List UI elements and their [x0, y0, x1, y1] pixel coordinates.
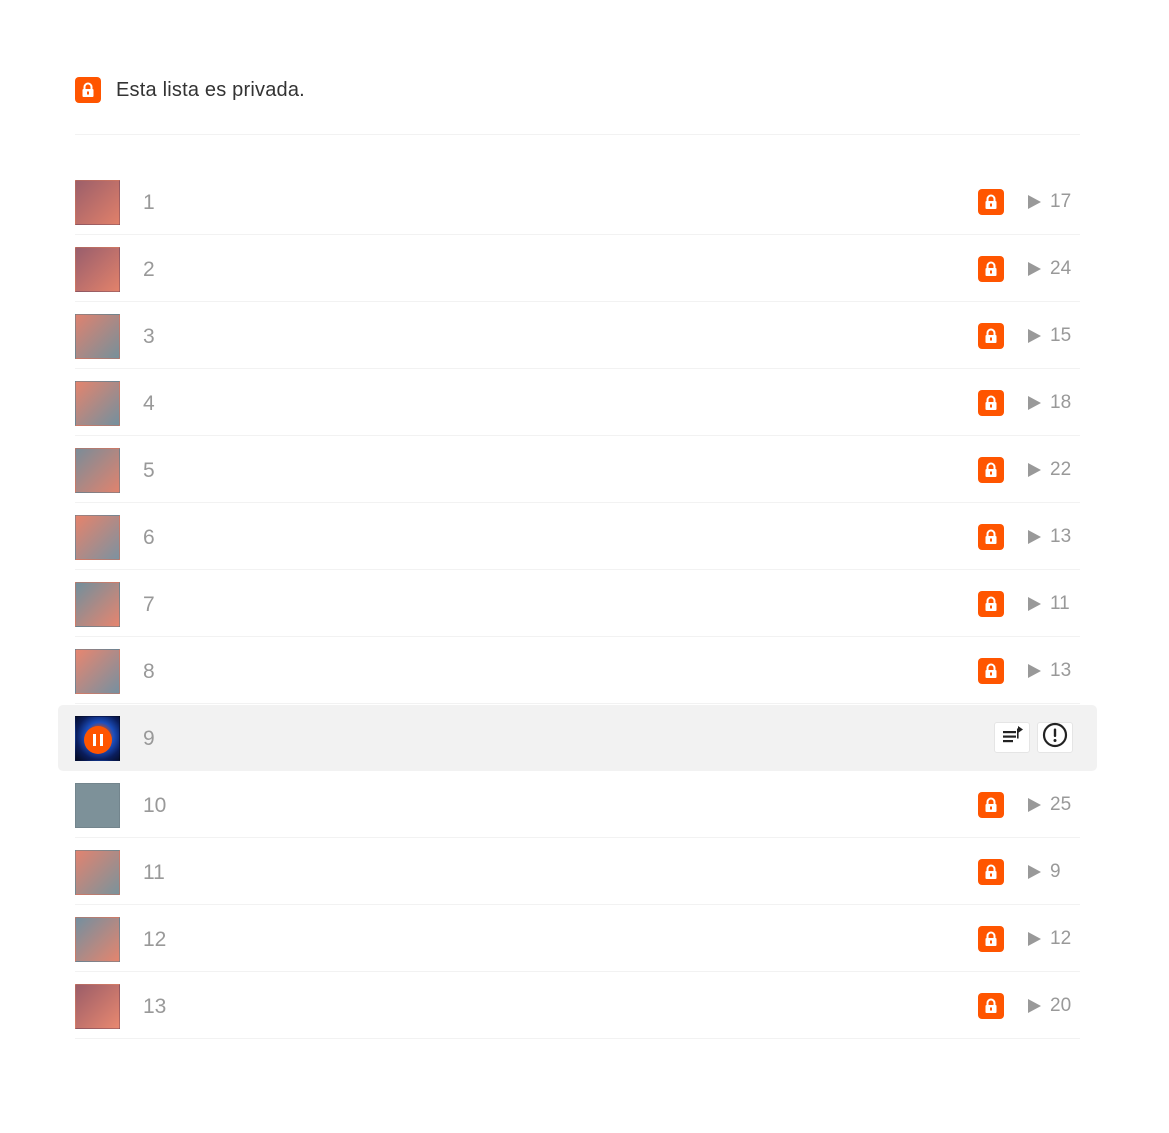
play-count-icon	[1028, 329, 1041, 343]
track-artwork[interactable]	[75, 247, 120, 292]
track-artwork[interactable]	[75, 582, 120, 627]
play-count-icon	[1028, 597, 1041, 611]
play-count-icon	[1028, 463, 1041, 477]
track-artwork[interactable]	[75, 649, 120, 694]
private-lock-icon	[978, 457, 1004, 483]
play-count: 18	[1050, 392, 1072, 413]
pause-icon[interactable]	[84, 726, 112, 754]
track-title[interactable]: 4	[143, 391, 155, 417]
track-artwork[interactable]	[75, 783, 120, 828]
private-lock-icon	[978, 993, 1004, 1019]
track-artwork[interactable]	[75, 850, 120, 895]
private-lock-icon	[978, 792, 1004, 818]
track-meta: 25	[978, 792, 1072, 818]
track-row[interactable]: 4 18	[75, 369, 1080, 436]
private-lock-icon	[978, 189, 1004, 215]
track-artwork[interactable]	[75, 314, 120, 359]
add-to-queue-button[interactable]	[994, 722, 1030, 753]
track-meta: 11	[978, 591, 1072, 617]
play-count: 17	[1050, 191, 1072, 212]
play-count: 13	[1050, 660, 1072, 681]
add-to-queue-icon	[1001, 725, 1023, 750]
track-row[interactable]: 8 13	[75, 637, 1080, 704]
private-lock-icon	[978, 591, 1004, 617]
track-title[interactable]: 10	[143, 793, 166, 819]
track-row[interactable]: 13 20	[75, 972, 1080, 1039]
track-title[interactable]: 13	[143, 994, 166, 1020]
track-title[interactable]: 5	[143, 458, 155, 484]
play-count-icon	[1028, 664, 1041, 678]
private-lock-icon	[978, 390, 1004, 416]
track-title[interactable]: 2	[143, 257, 155, 283]
play-count-icon	[1028, 798, 1041, 812]
track-list: 1 17 2 24 3 15 4 18 5 22 6 13 7 11 8 13 9 10 25 11 9 12 12 13 20	[58, 168, 1097, 1039]
track-artwork[interactable]	[75, 515, 120, 560]
private-lock-icon	[978, 926, 1004, 952]
track-meta: 12	[978, 926, 1072, 952]
play-count-icon	[1028, 530, 1041, 544]
track-artwork[interactable]	[75, 716, 120, 761]
private-lock-icon	[978, 524, 1004, 550]
private-lock-icon	[978, 658, 1004, 684]
play-count-icon	[1028, 865, 1041, 879]
play-count: 13	[1050, 526, 1072, 547]
track-row[interactable]: 5 22	[75, 436, 1080, 503]
play-count: 20	[1050, 995, 1072, 1016]
track-row[interactable]: 6 13	[75, 503, 1080, 570]
alert-circle-icon	[1042, 722, 1068, 753]
track-row[interactable]: 9	[58, 704, 1097, 771]
play-count: 11	[1050, 593, 1070, 614]
play-count-icon	[1028, 932, 1041, 946]
lock-icon	[75, 77, 101, 103]
track-row[interactable]: 11 9	[75, 838, 1080, 905]
play-count: 25	[1050, 794, 1072, 815]
track-title[interactable]: 12	[143, 927, 166, 953]
play-count-icon	[1028, 396, 1041, 410]
track-title[interactable]: 7	[143, 592, 155, 618]
track-meta: 13	[978, 524, 1072, 550]
track-meta: 9	[978, 859, 1072, 885]
track-meta: 20	[978, 993, 1072, 1019]
play-count-icon	[1028, 195, 1041, 209]
header-divider	[75, 134, 1080, 135]
track-title[interactable]: 3	[143, 324, 155, 350]
track-artwork[interactable]	[75, 448, 120, 493]
track-title[interactable]: 6	[143, 525, 155, 551]
track-artwork[interactable]	[75, 381, 120, 426]
play-count: 9	[1050, 861, 1061, 882]
track-title[interactable]: 9	[143, 726, 155, 752]
track-artwork[interactable]	[75, 984, 120, 1029]
track-title[interactable]: 11	[143, 860, 165, 886]
play-count-icon	[1028, 999, 1041, 1013]
play-count: 22	[1050, 459, 1072, 480]
private-notice: Esta lista es privada.	[75, 77, 305, 103]
play-count: 24	[1050, 258, 1072, 279]
track-row[interactable]: 2 24	[75, 235, 1080, 302]
private-notice-text: Esta lista es privada.	[116, 78, 305, 101]
track-title[interactable]: 8	[143, 659, 155, 685]
private-lock-icon	[978, 859, 1004, 885]
track-meta: 18	[978, 390, 1072, 416]
track-row[interactable]: 10 25	[75, 771, 1080, 838]
play-count: 12	[1050, 928, 1072, 949]
track-row[interactable]: 7 11	[75, 570, 1080, 637]
track-actions	[994, 722, 1073, 753]
private-lock-icon	[978, 323, 1004, 349]
track-artwork[interactable]	[75, 180, 120, 225]
track-row[interactable]: 3 15	[75, 302, 1080, 369]
track-row[interactable]: 12 12	[75, 905, 1080, 972]
track-row[interactable]: 1 17	[75, 168, 1080, 235]
report-button[interactable]	[1037, 722, 1073, 753]
track-title[interactable]: 1	[143, 190, 155, 216]
track-meta: 17	[978, 189, 1072, 215]
track-meta: 24	[978, 256, 1072, 282]
play-count: 15	[1050, 325, 1072, 346]
track-meta: 13	[978, 658, 1072, 684]
track-artwork[interactable]	[75, 917, 120, 962]
private-lock-icon	[978, 256, 1004, 282]
track-meta: 15	[978, 323, 1072, 349]
track-meta: 22	[978, 457, 1072, 483]
play-count-icon	[1028, 262, 1041, 276]
